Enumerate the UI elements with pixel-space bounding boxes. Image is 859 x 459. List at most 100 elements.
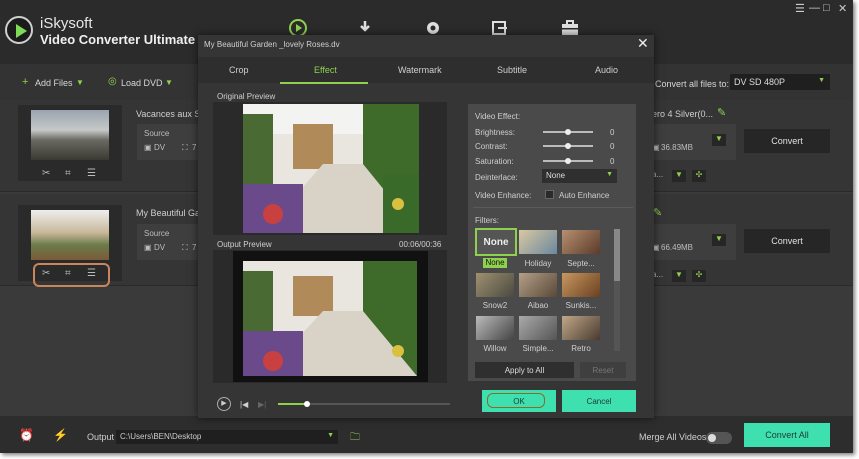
crop-icon[interactable]: ⌗ [65, 268, 71, 279]
format-value: DV [154, 143, 166, 152]
load-dvd-button[interactable]: Load DVD [121, 78, 163, 88]
filter-aibao-thumb[interactable] [519, 273, 557, 297]
trim-icon[interactable]: ✂ [42, 168, 50, 179]
brand-name: iSkysoft [40, 15, 93, 32]
add-files-dropdown-icon[interactable]: ▼ [76, 78, 84, 87]
apply-to-all-button[interactable]: Apply to All [475, 362, 574, 378]
edit-target-icon[interactable]: ✎ [717, 106, 726, 119]
output-path-value: C:\Users\BEN\Desktop [120, 432, 202, 441]
filter-septe-thumb[interactable] [562, 230, 600, 254]
slider-knob[interactable] [565, 158, 571, 164]
brightness-slider[interactable] [543, 129, 593, 135]
effects-icon[interactable]: ☰ [87, 268, 96, 279]
filter-septe-label: Septe... [567, 259, 595, 268]
filter-willow-thumb[interactable] [476, 316, 514, 340]
tab-crop[interactable]: Crop [229, 65, 249, 75]
subtitle-dropdown-icon[interactable]: ▼ [672, 270, 686, 282]
chevron-down-icon: ▼ [818, 77, 825, 84]
trim-icon[interactable]: ✂ [42, 268, 50, 279]
filter-holiday-thumb[interactable] [519, 230, 557, 254]
filters-label: Filters: [475, 216, 499, 225]
minimize-icon[interactable]: — [809, 2, 820, 14]
merge-icon[interactable]: ✣ [692, 270, 706, 282]
prev-frame-icon[interactable]: |◀ [240, 400, 248, 409]
product-name: Video Converter Ultimate [40, 32, 196, 47]
folder-icon[interactable]: 🗀 [350, 430, 360, 447]
output-path-field[interactable]: C:\Users\BEN\Desktop ▼ [116, 430, 338, 444]
size-value: 66.49MB [661, 243, 694, 252]
ok-button[interactable]: OK [482, 390, 556, 412]
filter-none-thumb[interactable]: None [475, 228, 517, 256]
filter-sunkis-thumb[interactable] [562, 273, 600, 297]
close-dialog-icon[interactable]: ✕ [637, 35, 649, 52]
target-title: ero 4 Silver(0... [652, 109, 714, 119]
video-thumbnail[interactable] [31, 110, 109, 160]
size-value: 36.83MB [661, 143, 694, 152]
deinterlace-value: None [546, 171, 566, 180]
garden-image [233, 251, 428, 382]
format-icon: ▣ [144, 243, 152, 252]
source-label: Source [144, 229, 170, 238]
resolution-value: 7 [192, 243, 197, 252]
merge-toggle[interactable] [706, 432, 732, 444]
output-format-value: DV SD 480P [734, 77, 786, 87]
crop-icon[interactable]: ⌗ [65, 168, 71, 179]
speed-icon[interactable]: ⚡ [53, 428, 68, 442]
convert-button[interactable]: Convert [744, 129, 830, 153]
slider-knob[interactable] [565, 143, 571, 149]
tab-subtitle[interactable]: Subtitle [497, 65, 527, 75]
ok-label: OK [513, 396, 525, 406]
filter-holiday-label: Holiday [524, 259, 552, 268]
garden-image [243, 104, 419, 233]
output-video-frame [233, 251, 428, 382]
filters-scrollbar[interactable] [614, 229, 620, 351]
add-icon: + [22, 76, 29, 88]
slider-knob[interactable] [565, 129, 571, 135]
video-enhance-label: Video Enhance: [475, 191, 532, 200]
video-thumbnail[interactable] [31, 210, 109, 260]
tab-effect[interactable]: Effect [314, 65, 337, 75]
dialog-title: My Beautiful Garden _lovely Roses.dv [204, 40, 340, 49]
reset-button[interactable]: Reset [580, 362, 626, 378]
next-frame-icon[interactable]: ▶| [258, 400, 266, 409]
effects-icon[interactable]: ☰ [87, 168, 96, 179]
deinterlace-select[interactable]: None ▼ [542, 169, 617, 183]
auto-enhance-checkbox[interactable] [545, 190, 554, 199]
convert-all-button[interactable]: Convert All [744, 423, 830, 447]
target-dropdown-icon[interactable]: ▼ [712, 134, 726, 146]
alarm-icon[interactable]: ⏰ [19, 428, 34, 442]
divider [473, 207, 633, 208]
edit-target-icon[interactable]: ✎ [653, 206, 662, 219]
output-preview-label: Output Preview [217, 240, 272, 249]
filter-snow2-thumb[interactable] [476, 273, 514, 297]
filter-willow-label: Willow [483, 344, 507, 353]
filter-simple-thumb[interactable] [519, 316, 557, 340]
auto-enhance-label: Auto Enhance [559, 191, 610, 200]
close-window-icon[interactable]: ✕ [838, 2, 847, 15]
merge-icon[interactable]: ✣ [692, 170, 706, 182]
saturation-slider[interactable] [543, 158, 593, 164]
convert-tab-icon[interactable] [288, 18, 308, 36]
add-files-button[interactable]: Add Files [35, 78, 73, 88]
filter-none-thumb-label: None [483, 236, 509, 248]
resolution-value: 7 [192, 143, 197, 152]
maximize-icon[interactable]: □ [823, 2, 830, 14]
tab-audio[interactable]: Audio [595, 65, 618, 75]
contrast-slider[interactable] [543, 143, 593, 149]
convert-all-label: Convert all files to: [655, 79, 730, 89]
format-icon: ▣ [144, 143, 152, 152]
subtitle-dropdown-icon[interactable]: ▼ [672, 170, 686, 182]
tab-watermark[interactable]: Watermark [398, 65, 442, 75]
load-dvd-dropdown-icon[interactable]: ▼ [165, 78, 173, 87]
active-tab-indicator [280, 82, 368, 84]
target-dropdown-icon[interactable]: ▼ [712, 234, 726, 246]
play-icon[interactable]: ▶ [217, 397, 231, 411]
output-format-select[interactable]: DV SD 480P ▼ [730, 74, 830, 90]
resolution-icon: ⛶ [182, 143, 188, 152]
menu-icon[interactable]: ☰ [795, 2, 805, 15]
filter-retro-thumb[interactable] [562, 316, 600, 340]
cancel-button[interactable]: Cancel [562, 390, 636, 412]
dvd-icon: ◎ [108, 76, 117, 87]
chevron-down-icon: ▼ [606, 171, 613, 178]
convert-button[interactable]: Convert [744, 229, 830, 253]
